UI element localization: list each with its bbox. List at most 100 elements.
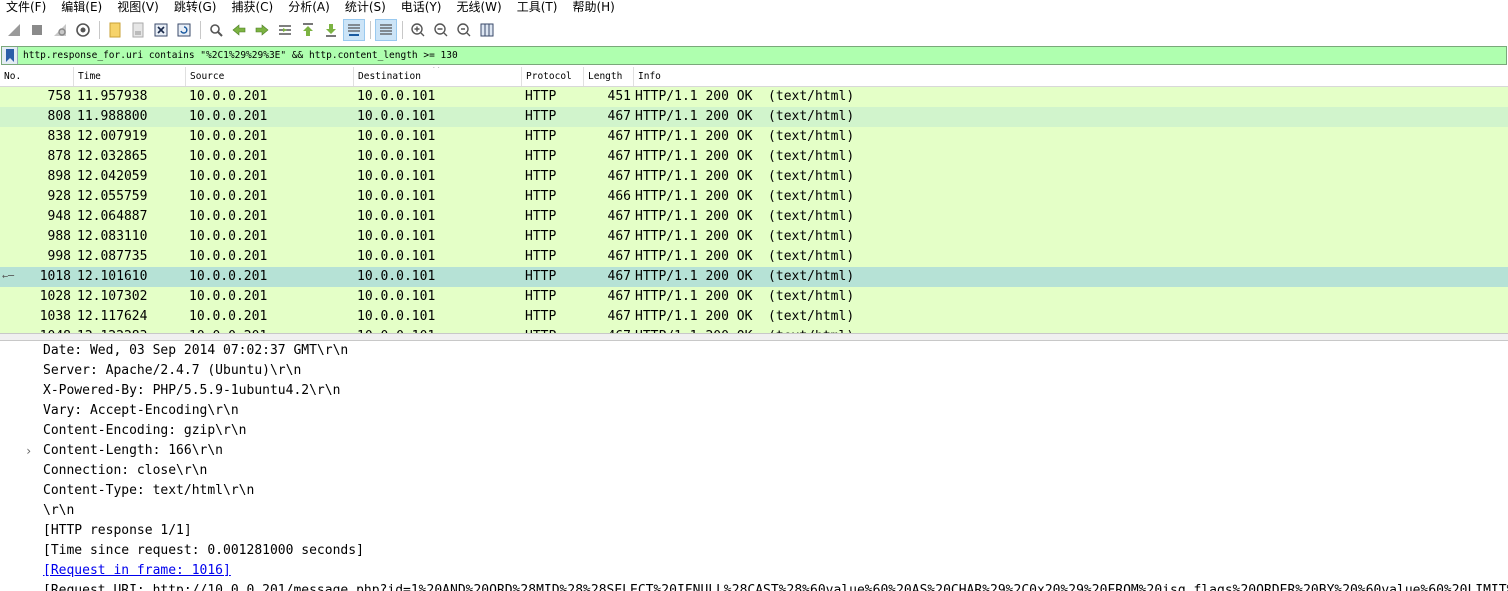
zoom-reset-icon[interactable] bbox=[453, 19, 475, 41]
go-first-packet-icon[interactable] bbox=[297, 19, 319, 41]
menu-tools[interactable]: 工具(T) bbox=[517, 1, 558, 14]
packet-row[interactable]: 948 12.064887 10.0.0.201 10.0.0.101 HTTP 467 H… bbox=[0, 207, 1508, 227]
detail-line-link[interactable]: [Request in frame: 1016] bbox=[0, 561, 1508, 581]
pane-splitter[interactable] bbox=[0, 333, 1508, 341]
packet-protocol: HTTP bbox=[525, 129, 557, 144]
packet-source: 10.0.0.201 bbox=[189, 269, 268, 284]
column-header-protocol[interactable]: Protocol bbox=[522, 67, 584, 86]
packet-source: 10.0.0.201 bbox=[189, 109, 268, 124]
detail-line[interactable]: X-Powered-By: PHP/5.5.9-1ubuntu4.2\r\n bbox=[0, 381, 1508, 401]
packet-no: 928 bbox=[47, 189, 71, 204]
packet-length: 467 bbox=[607, 289, 631, 304]
packet-info: HTTP/1.1 200 OK (text/html) bbox=[635, 89, 855, 104]
packet-row[interactable]: ←─ 1018 12.101610 10.0.0.201 10.0.0.101 HTTP 4… bbox=[0, 267, 1508, 287]
menu-help[interactable]: 帮助(H) bbox=[572, 1, 614, 14]
save-file-icon[interactable] bbox=[127, 19, 149, 41]
menu-telephony[interactable]: 电话(Y) bbox=[401, 1, 442, 14]
packet-no-text: 1018 bbox=[39, 269, 71, 284]
detail-line[interactable]: Server: Apache/2.4.7 (Ubuntu)\r\n bbox=[0, 361, 1508, 381]
packet-time: 12.032865 bbox=[77, 149, 148, 164]
packet-row[interactable]: 838 12.007919 10.0.0.201 10.0.0.101 HTTP 467 H… bbox=[0, 127, 1508, 147]
menu-bar: 文件(F) 编辑(E) 视图(V) 跳转(G) 捕获(C) 分析(A) 统计(S… bbox=[0, 0, 1508, 15]
packet-row[interactable]: 988 12.083110 10.0.0.201 10.0.0.101 HTTP 467 H… bbox=[0, 227, 1508, 247]
menu-view[interactable]: 视图(V) bbox=[117, 1, 159, 14]
packet-length: 467 bbox=[607, 269, 631, 284]
detail-line-expandable[interactable]: › Content-Length: 166\r\n bbox=[0, 441, 1508, 461]
zoom-in-icon[interactable] bbox=[407, 19, 429, 41]
go-last-packet-icon[interactable] bbox=[320, 19, 342, 41]
find-packet-icon[interactable] bbox=[205, 19, 227, 41]
packet-time: 12.007919 bbox=[77, 129, 148, 144]
packet-row[interactable]: 808 11.988800 10.0.0.201 10.0.0.101 HTTP 467 H… bbox=[0, 107, 1508, 127]
display-filter-input[interactable] bbox=[18, 47, 1506, 64]
packet-row[interactable]: 998 12.087735 10.0.0.201 10.0.0.101 HTTP 467 H… bbox=[0, 247, 1508, 267]
detail-line[interactable]: Vary: Accept-Encoding\r\n bbox=[0, 401, 1508, 421]
packet-list: No. Time Source Destination Protocol Len… bbox=[0, 67, 1508, 333]
detail-line[interactable]: [Request URI: http://10.0.0.201/message.… bbox=[0, 581, 1508, 591]
packet-protocol: HTTP bbox=[525, 309, 557, 324]
packet-rows: 758 11.957938 10.0.0.201 10.0.0.101 HTTP 451 H… bbox=[0, 87, 1508, 333]
packet-info: HTTP/1.1 200 OK (text/html) bbox=[635, 169, 855, 184]
packet-time: 12.064887 bbox=[77, 209, 148, 224]
menu-statistics[interactable]: 统计(S) bbox=[345, 1, 386, 14]
packet-destination: 10.0.0.101 bbox=[357, 149, 436, 164]
auto-scroll-icon[interactable] bbox=[343, 19, 365, 41]
packet-info: HTTP/1.1 200 OK (text/html) bbox=[635, 249, 855, 264]
stop-capture-icon[interactable] bbox=[26, 19, 48, 41]
menu-capture[interactable]: 捕获(C) bbox=[231, 1, 273, 14]
detail-line[interactable]: \r\n bbox=[0, 501, 1508, 521]
packet-list-header: No. Time Source Destination Protocol Len… bbox=[0, 67, 1508, 87]
expand-chevron-icon[interactable]: › bbox=[25, 441, 32, 461]
packet-destination: 10.0.0.101 bbox=[357, 269, 436, 284]
reload-file-icon[interactable] bbox=[173, 19, 195, 41]
column-header-source[interactable]: Source bbox=[186, 67, 354, 86]
resize-columns-icon[interactable] bbox=[476, 19, 498, 41]
restart-capture-icon[interactable] bbox=[49, 19, 71, 41]
packet-time: 12.117624 bbox=[77, 309, 148, 324]
menu-edit[interactable]: 编辑(E) bbox=[61, 1, 102, 14]
column-header-no[interactable]: No. bbox=[0, 67, 74, 86]
packet-destination: 10.0.0.101 bbox=[357, 289, 436, 304]
request-in-frame-link[interactable]: [Request in frame: 1016] bbox=[43, 563, 231, 578]
open-file-icon[interactable] bbox=[104, 19, 126, 41]
bookmark-icon[interactable] bbox=[2, 47, 18, 64]
zoom-out-icon[interactable] bbox=[430, 19, 452, 41]
packet-row[interactable]: 928 12.055759 10.0.0.201 10.0.0.101 HTTP 466 H… bbox=[0, 187, 1508, 207]
packet-source: 10.0.0.201 bbox=[189, 289, 268, 304]
go-to-packet-icon[interactable] bbox=[274, 19, 296, 41]
packet-no: 898 bbox=[47, 169, 71, 184]
menu-analyze[interactable]: 分析(A) bbox=[288, 1, 330, 14]
packet-row[interactable]: 878 12.032865 10.0.0.201 10.0.0.101 HTTP 467 H… bbox=[0, 147, 1508, 167]
packet-protocol: HTTP bbox=[525, 229, 557, 244]
colorize-icon[interactable] bbox=[375, 19, 397, 41]
detail-line[interactable]: [HTTP response 1/1] bbox=[0, 521, 1508, 541]
detail-line[interactable]: [Time since request: 0.001281000 seconds… bbox=[0, 541, 1508, 561]
sort-indicator-icon: ^ bbox=[432, 67, 441, 75]
packet-row[interactable]: 898 12.042059 10.0.0.201 10.0.0.101 HTTP 467 H… bbox=[0, 167, 1508, 187]
packet-source: 10.0.0.201 bbox=[189, 89, 268, 104]
column-header-info[interactable]: Info bbox=[634, 67, 1508, 86]
column-header-length[interactable]: Length bbox=[584, 67, 634, 86]
packet-destination: 10.0.0.101 bbox=[357, 309, 436, 324]
packet-row[interactable]: 1028 12.107302 10.0.0.201 10.0.0.101 HTTP 467… bbox=[0, 287, 1508, 307]
capture-options-icon[interactable] bbox=[72, 19, 94, 41]
menu-file[interactable]: 文件(F) bbox=[6, 1, 46, 14]
detail-line[interactable]: Date: Wed, 03 Sep 2014 07:02:37 GMT\r\n bbox=[0, 341, 1508, 361]
menu-go[interactable]: 跳转(G) bbox=[174, 1, 217, 14]
packet-row[interactable]: 1038 12.117624 10.0.0.201 10.0.0.101 HTTP 467… bbox=[0, 307, 1508, 327]
go-back-icon[interactable] bbox=[228, 19, 250, 41]
toolbar-separator bbox=[402, 21, 403, 39]
start-capture-icon[interactable] bbox=[3, 19, 25, 41]
packet-row[interactable]: 758 11.957938 10.0.0.201 10.0.0.101 HTTP 451 H… bbox=[0, 87, 1508, 107]
menu-wireless[interactable]: 无线(W) bbox=[457, 1, 502, 14]
detail-text: Content-Length: 166\r\n bbox=[43, 443, 224, 458]
detail-line[interactable]: Content-Encoding: gzip\r\n bbox=[0, 421, 1508, 441]
close-file-icon[interactable] bbox=[150, 19, 172, 41]
column-header-time[interactable]: Time bbox=[74, 67, 186, 86]
packet-protocol: HTTP bbox=[525, 289, 557, 304]
packet-info: HTTP/1.1 200 OK (text/html) bbox=[635, 129, 855, 144]
detail-line[interactable]: Content-Type: text/html\r\n bbox=[0, 481, 1508, 501]
packet-destination: 10.0.0.101 bbox=[357, 129, 436, 144]
detail-line[interactable]: Connection: close\r\n bbox=[0, 461, 1508, 481]
go-forward-icon[interactable] bbox=[251, 19, 273, 41]
